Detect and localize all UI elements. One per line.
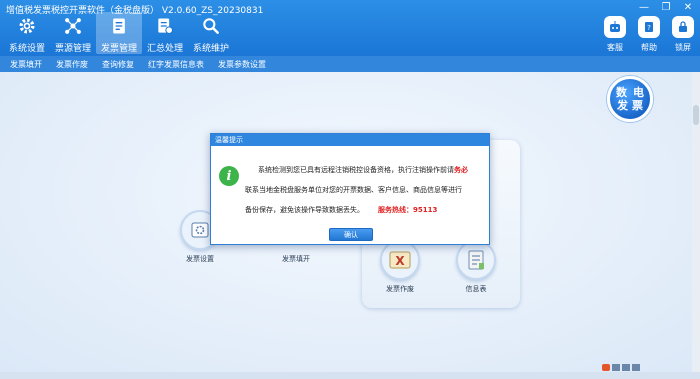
restore-icon[interactable]: ❐ [660,2,672,14]
badge-line1: 数电 [616,86,650,99]
service-hotline: 服务热线：95113 [378,206,438,214]
nav-label: 票源管理 [54,44,91,54]
nav-label: 系统设置 [8,44,45,54]
system-tray [602,364,640,371]
robot-icon [604,16,626,38]
top-bar: 增值税发票税控开票软件（金税盘版） V2.0.60_ZS_20230831 — … [0,0,700,56]
nav-label: 发票管理 [100,44,137,54]
window-controls: — ❐ ✕ [638,2,694,14]
dialog-title: 温馨提示 [211,134,489,146]
tool-label: 锁屏 [675,43,691,52]
nav-system-settings[interactable]: 系统设置 [4,12,50,54]
nav-system-maintenance[interactable]: 系统维护 [188,12,234,54]
dialog-message: 系统检测到您已具有远程注销税控设备资格，执行注销操作前请务必 联系当地金税盘服务… [245,160,485,220]
summary-doc-icon [158,18,173,34]
right-tools: 客服 ? 帮助 锁屏 [602,16,696,53]
confirm-button[interactable]: 确认 [329,228,373,241]
func-label: 信息表 [465,285,487,293]
badge-line2: 发票 [617,99,647,112]
maintenance-icon [203,18,219,34]
nav-label: 汇总处理 [146,44,183,54]
tool-lock[interactable]: 锁屏 [670,16,696,53]
message-emphasis: 务必 [454,166,468,174]
tray-icon[interactable] [632,364,640,371]
func-label: 发票填开 [282,255,310,263]
tray-icon[interactable] [612,364,620,371]
nav-invoice-management[interactable]: 发票管理 [96,12,142,54]
submenu-item[interactable]: 查询修复 [102,59,134,70]
message-line3: 备份保存，避免该操作导致数据丢失。 [245,206,364,214]
share-icon [65,18,81,34]
info-icon: i [219,166,239,186]
submenu-item[interactable]: 发票参数设置 [218,59,266,70]
main-nav: 系统设置 票源管理 发票管理 汇总处理 系统维护 [4,12,234,54]
close-icon[interactable]: ✕ [682,2,694,14]
svg-text:X: X [395,254,405,268]
func-invoice-void[interactable]: X 发票作废 [380,240,420,294]
status-bar [0,372,700,379]
tool-label: 帮助 [641,43,657,52]
invoice-void-icon: X [380,240,420,280]
nav-label: 系统维护 [192,44,229,54]
lock-icon [672,16,694,38]
submenu-item[interactable]: 发票作废 [56,59,88,70]
message-line2: 联系当地金税盘服务单位对您的开票数据、客户信息、商品信息等进行 [245,186,462,194]
tool-help[interactable]: ? 帮助 [636,16,662,53]
submenu-item[interactable]: 红字发票信息表 [148,59,204,70]
help-icon: ? [638,16,660,38]
nav-bill-management[interactable]: 票源管理 [50,12,96,54]
digital-invoice-badge[interactable]: 数电 发票 [607,76,653,122]
nav-summary[interactable]: 汇总处理 [142,12,188,54]
message-line1: 系统检测到您已具有远程注销税控设备资格，执行注销操作前请 [258,166,454,174]
minimize-icon[interactable]: — [638,2,650,14]
func-label: 发票作废 [386,285,414,293]
func-info-table[interactable]: 信息表 [456,240,496,294]
notice-dialog: 温馨提示 i 系统检测到您已具有远程注销税控设备资格，执行注销操作前请务必 联系… [210,133,490,245]
submenu-item[interactable]: 发票填开 [10,59,42,70]
tool-label: 客服 [607,43,623,52]
scrollbar-thumb[interactable] [693,105,699,125]
gear-icon [19,18,35,34]
submenu: 发票填开 发票作废 查询修复 红字发票信息表 发票参数设置 [0,56,700,72]
ime-icon[interactable] [602,364,610,371]
func-label: 发票设置 [186,255,214,263]
tray-icon[interactable] [622,364,630,371]
svg-text:?: ? [647,24,651,32]
tool-service[interactable]: 客服 [602,16,628,53]
info-table-icon [456,240,496,280]
document-icon [113,18,125,34]
